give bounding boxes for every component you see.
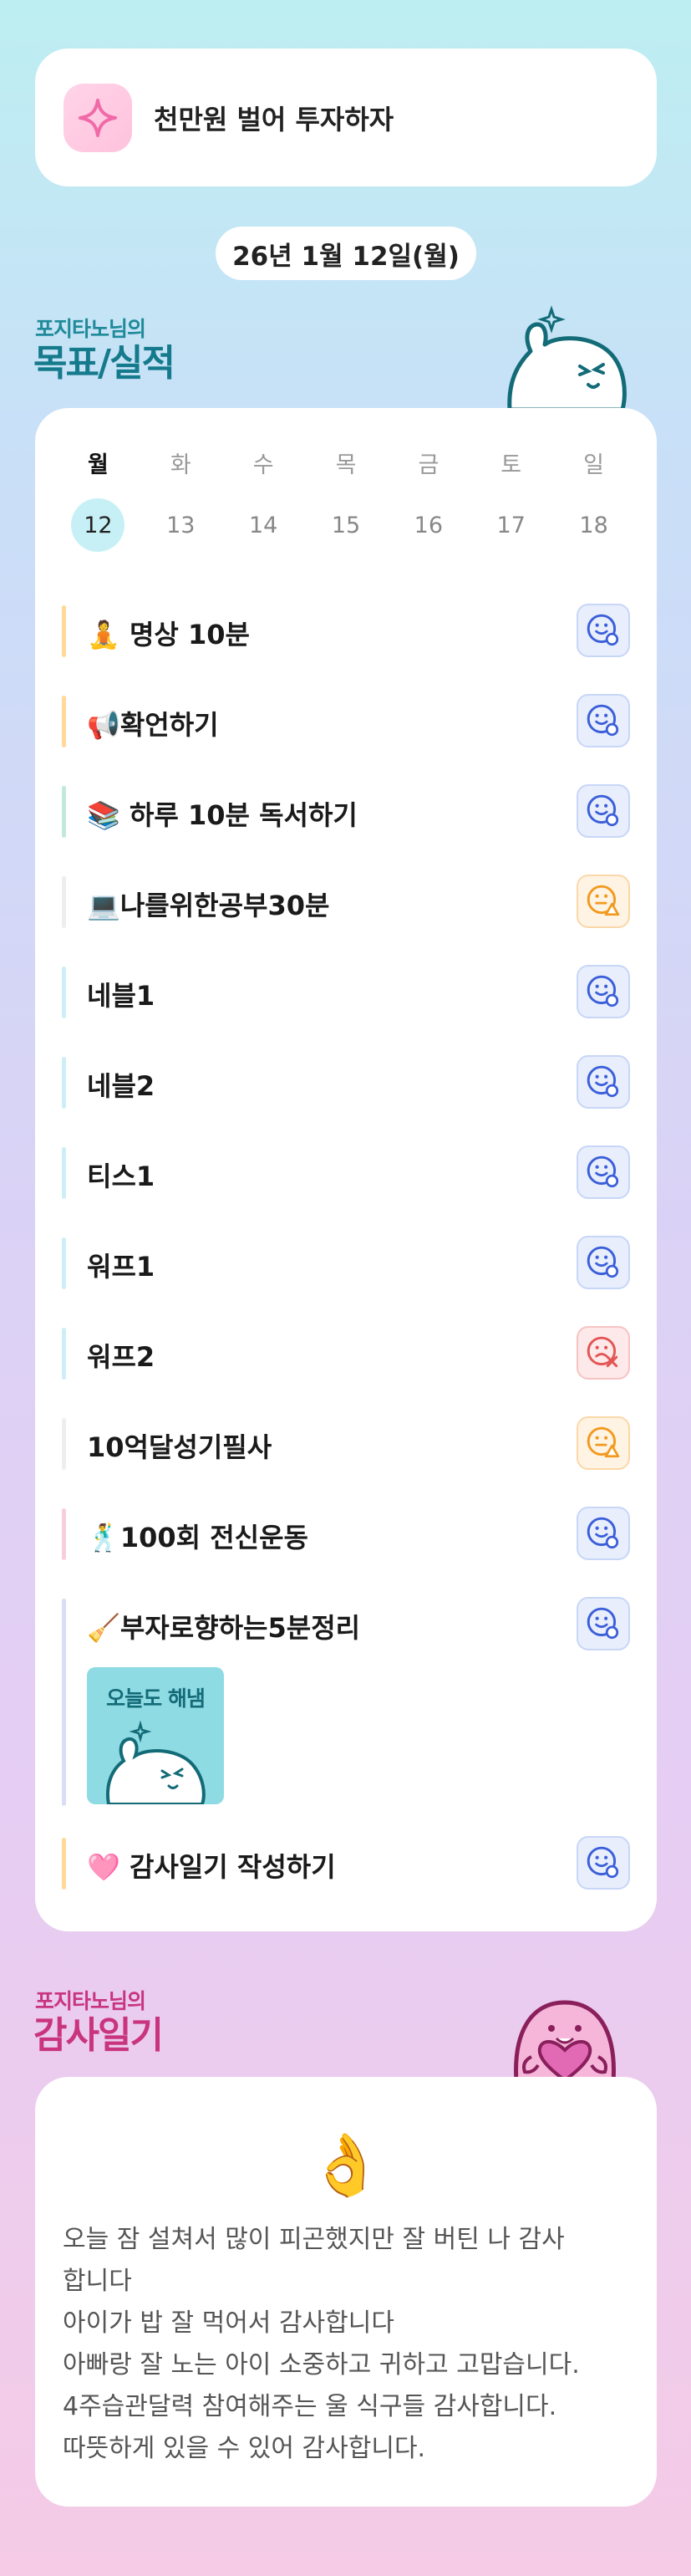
date-item[interactable]: 17 [470, 498, 552, 552]
goal-label: 🕺100회 전신운동 [87, 1522, 308, 1553]
goal-status-done-icon[interactable] [577, 1145, 630, 1199]
weekday-row: 월 화 수 목 금 토 일 [35, 446, 657, 479]
challenge-title-card[interactable]: 천만원 벌어 투자하자 [35, 48, 657, 186]
goal-label: 네블2 [87, 1070, 155, 1102]
date-item[interactable]: 13 [140, 498, 222, 552]
date-item[interactable]: 18 [552, 498, 635, 552]
sparkle-icon [64, 83, 132, 152]
goal-color-bar [62, 1838, 66, 1890]
goal-status-done-icon[interactable] [577, 965, 630, 1018]
goal-label: 워프1 [87, 1251, 155, 1283]
date-item[interactable]: 16 [387, 498, 470, 552]
goal-label: 네블1 [87, 980, 155, 1012]
gratitude-line: 아빠랑 잘 노는 아이 소중하고 귀하고 고맙습니다. [63, 2350, 580, 2380]
date-item-selected[interactable]: 12 [57, 498, 140, 552]
goal-color-bar [62, 876, 66, 928]
weekday-label: 월 [88, 452, 109, 478]
weekday-label: 일 [583, 452, 604, 478]
goal-color-bar [62, 696, 66, 747]
date-selector[interactable]: 26년 1월 12일(월) [216, 227, 476, 280]
weekday-label: 화 [170, 452, 191, 478]
ok-hand-emoji: 👌 [308, 2130, 384, 2200]
weekday-label: 목 [335, 452, 357, 478]
goal-label: 워프2 [87, 1341, 155, 1373]
gratitude-line: 아이가 밥 잘 먹어서 감사합니다 [63, 2308, 394, 2338]
waving-mascot-illustration [501, 301, 635, 412]
weekday-label: 수 [252, 452, 274, 478]
achievement-sticker-text: 오늘도 해냄 [106, 1686, 206, 1711]
challenge-title: 천만원 벌어 투자하자 [154, 103, 394, 135]
goal-color-bar [62, 1237, 66, 1289]
heart-mascot-illustration [498, 1973, 632, 2084]
goal-label: 🧹부자로향하는5분정리 [87, 1612, 361, 1644]
goal-status-done-icon[interactable] [577, 1236, 630, 1289]
gratitude-line: 합니다 [63, 2267, 132, 2296]
date-item[interactable]: 14 [222, 498, 305, 552]
achievement-sticker: 오늘도 해냄 [87, 1667, 224, 1804]
goal-status-done-icon[interactable] [577, 1507, 630, 1560]
gratitude-line: 4주습관달력 참여해주는 울 식구들 감사합니다. [63, 2392, 557, 2421]
gratitude-section-title: 감사일기 [33, 2014, 164, 2057]
goal-status-done-icon[interactable] [577, 1597, 630, 1650]
gratitude-line: 오늘 잠 설쳐서 많이 피곤했지만 잘 버틴 나 감사 [63, 2225, 565, 2254]
date-row: 12 13 14 15 16 17 18 [35, 498, 657, 552]
goal-color-bar [62, 967, 66, 1018]
weekday-label: 토 [500, 452, 522, 478]
goal-color-bar [62, 1418, 66, 1470]
goal-status-partial-icon[interactable] [577, 875, 630, 928]
goal-label: 티스1 [87, 1160, 155, 1192]
goal-label: 📢확언하기 [87, 709, 219, 741]
gratitude-text: 오늘 잠 설쳐서 많이 피곤했지만 잘 버틴 나 감사 합니다 아이가 밥 잘 … [63, 2219, 639, 2470]
goal-color-bar [62, 1599, 66, 1806]
goal-color-bar [62, 1057, 66, 1109]
goal-status-done-icon[interactable] [577, 1055, 630, 1109]
goal-status-done-icon[interactable] [577, 694, 630, 747]
goal-status-done-icon[interactable] [577, 784, 630, 838]
goal-label: 🧘 명상 10분 [87, 619, 250, 650]
goal-status-done-icon[interactable] [577, 604, 630, 657]
goal-color-bar [62, 1147, 66, 1199]
goals-section-title: 목표/실적 [33, 342, 175, 385]
goal-status-partial-icon[interactable] [577, 1416, 630, 1470]
goal-label: 💻나를위한공부30분 [87, 890, 330, 921]
goal-color-bar [62, 1508, 66, 1560]
goals-card: 월 화 수 목 금 토 일 12 13 14 15 16 17 18 🧘 명상 … [35, 408, 657, 1931]
goal-label: 🩷 감사일기 작성하기 [87, 1851, 336, 1883]
goal-label: 📚 하루 10분 독서하기 [87, 799, 358, 831]
date-item[interactable]: 15 [305, 498, 388, 552]
goal-color-bar [62, 605, 66, 657]
goal-status-done-icon[interactable] [577, 1836, 630, 1890]
goal-label: 10억달성기필사 [87, 1431, 272, 1463]
weekday-label: 금 [418, 452, 439, 478]
goal-color-bar [62, 786, 66, 838]
gratitude-card: 👌 오늘 잠 설쳐서 많이 피곤했지만 잘 버틴 나 감사 합니다 아이가 밥 … [35, 2077, 657, 2507]
goal-status-fail-icon[interactable] [577, 1326, 630, 1380]
goal-color-bar [62, 1328, 66, 1380]
gratitude-line: 따뜻하게 있을 수 있어 감사합니다. [63, 2434, 426, 2463]
